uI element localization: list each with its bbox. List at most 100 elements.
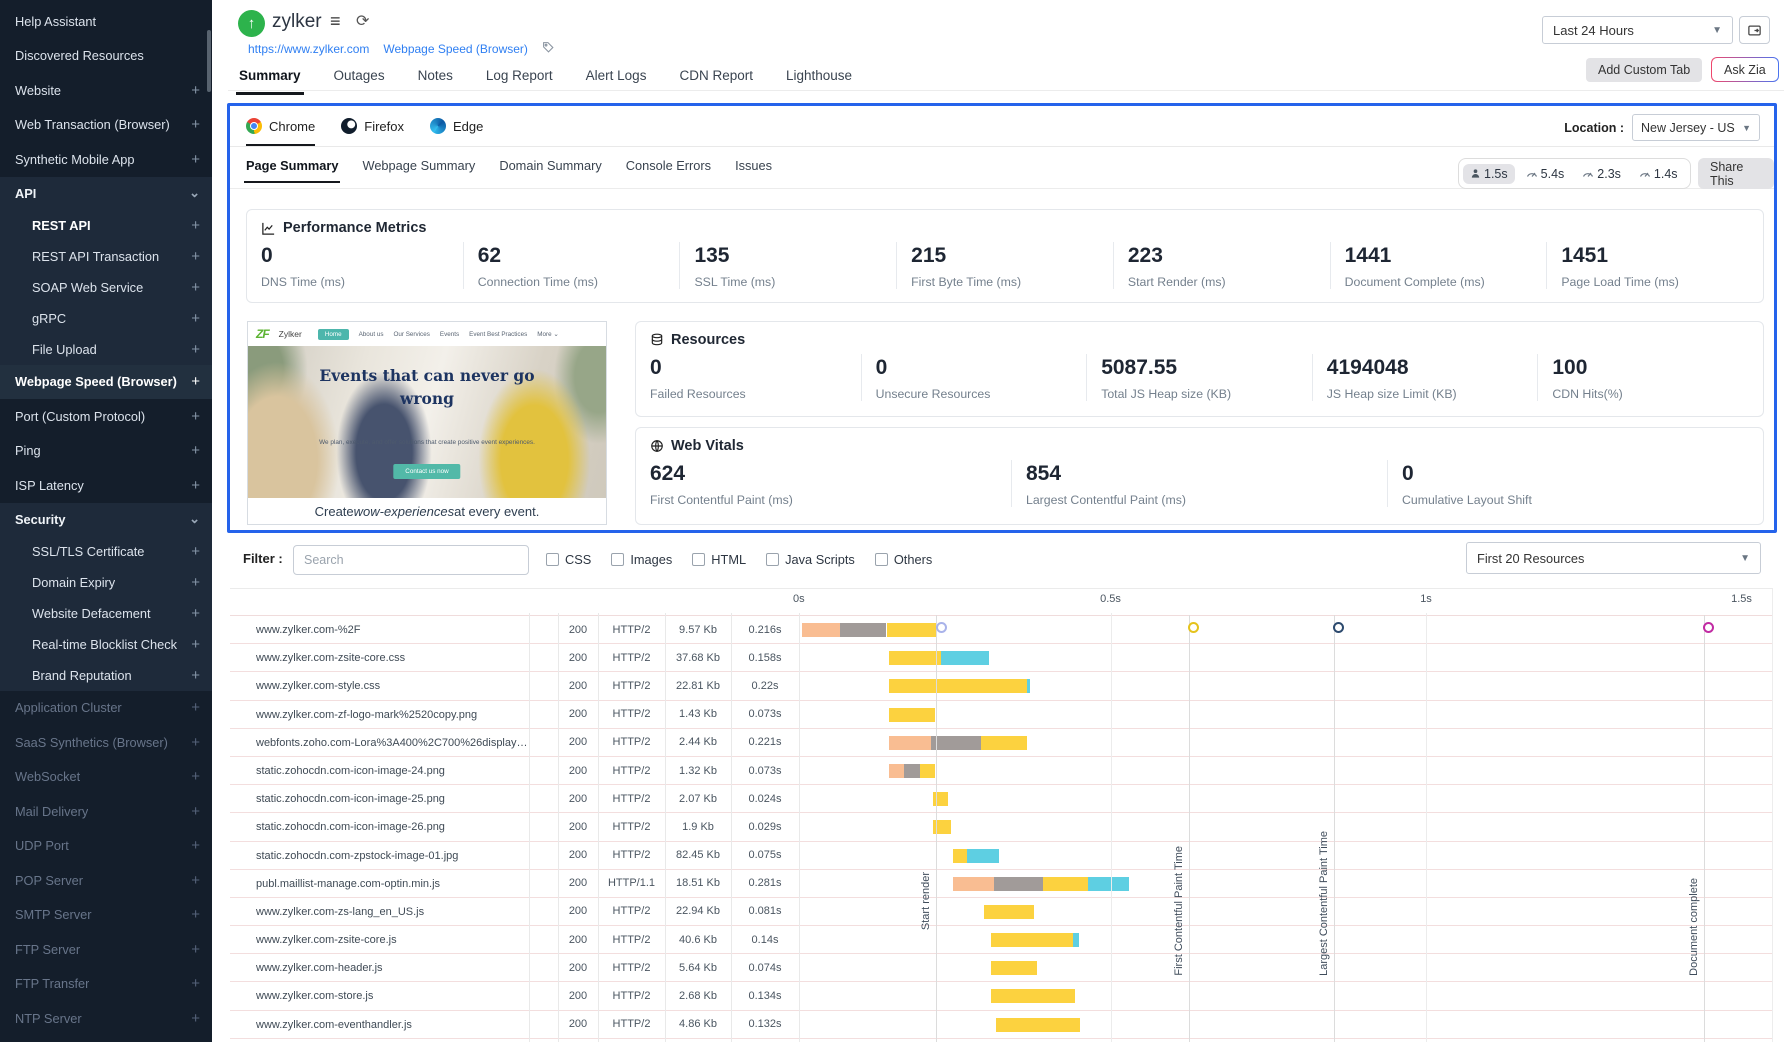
subtab-console-errors[interactable]: Console Errors [626, 158, 711, 183]
sidebar-item-saas-synthetics-browser[interactable]: SaaS Synthetics (Browser)+ [0, 725, 212, 760]
sidebar-item-rest-api-transaction[interactable]: REST API Transaction+ [0, 241, 212, 272]
sidebar-item-file-upload[interactable]: File Upload+ [0, 334, 212, 365]
share-this-button[interactable]: Share This [1698, 158, 1774, 189]
plus-icon[interactable]: + [191, 872, 200, 889]
time-range-select[interactable]: Last 24 Hours ▼ [1542, 16, 1733, 44]
sidebar-item-help-assistant[interactable]: Help Assistant [0, 4, 212, 39]
subtab-page-summary[interactable]: Page Summary [246, 158, 338, 183]
sidebar-item-soap-web-service[interactable]: SOAP Web Service+ [0, 272, 212, 303]
resource-name[interactable]: www.zylker.com-style.css [256, 672, 528, 699]
plus-icon[interactable]: + [191, 975, 200, 992]
plus-icon[interactable]: + [191, 408, 200, 425]
speed-badge-2[interactable]: 2.3s [1575, 164, 1628, 184]
plus-icon[interactable]: + [191, 636, 200, 653]
resource-name[interactable]: webfonts.zoho.com-Lora%3A400%2C700%26dis… [256, 729, 528, 756]
resource-name[interactable]: static.zohocdn.com-zpstock-image-01.jpg [256, 842, 528, 869]
monitor-url-link[interactable]: https://www.zylker.com [248, 42, 369, 56]
resource-name[interactable]: www.zylker.com-zs-lang_en_US.js [256, 898, 528, 925]
speed-badge-user[interactable]: 1.5s [1463, 164, 1515, 184]
tag-icon[interactable] [542, 41, 555, 57]
plus-icon[interactable]: + [191, 768, 200, 785]
plus-icon[interactable]: + [191, 341, 200, 358]
plus-icon[interactable]: + [191, 605, 200, 622]
resource-name[interactable]: static.zohocdn.com-icon-image-24.png [256, 757, 528, 784]
subtab-webpage-summary[interactable]: Webpage Summary [362, 158, 475, 183]
sidebar-item-mail-delivery[interactable]: Mail Delivery+ [0, 794, 212, 829]
browser-tab-firefox[interactable]: Firefox [341, 118, 404, 146]
table-row[interactable]: static.zohocdn.com-zpstock-image-01.jpg2… [230, 842, 1772, 870]
hamburger-menu-icon[interactable]: ≡ [330, 11, 341, 32]
plus-icon[interactable]: + [191, 667, 200, 684]
speed-badge-1[interactable]: 5.4s [1519, 164, 1572, 184]
checkbox-css[interactable]: CSS [546, 552, 591, 567]
subtab-issues[interactable]: Issues [735, 158, 772, 183]
sidebar-item-domain-expiry[interactable]: Domain Expiry+ [0, 567, 212, 598]
add-custom-tab-button[interactable]: Add Custom Tab [1586, 58, 1702, 82]
plus-icon[interactable]: + [191, 699, 200, 716]
table-row[interactable]: www.zylker.com-store.js200HTTP/22.68 Kb0… [230, 982, 1772, 1010]
sidebar-item-ftp-transfer[interactable]: FTP Transfer+ [0, 967, 212, 1002]
sidebar-item-discovered-resources[interactable]: Discovered Resources [0, 39, 212, 74]
resource-name[interactable]: www.zylker.com-header.js [256, 954, 528, 981]
sidebar-item-smtp-server[interactable]: SMTP Server+ [0, 898, 212, 933]
table-row[interactable]: webfonts.zoho.com-Lora%3A400%2C700%26dis… [230, 729, 1772, 757]
plus-icon[interactable]: + [191, 574, 200, 591]
sidebar-item-api[interactable]: API⌄ [0, 177, 212, 210]
resource-count-select[interactable]: First 20 Resources ▼ [1466, 542, 1761, 574]
sidebar-item-ssl-tls-certificate[interactable]: SSL/TLS Certificate+ [0, 536, 212, 567]
sidebar-item-grpc[interactable]: gRPC+ [0, 303, 212, 334]
plus-icon[interactable]: + [191, 941, 200, 958]
plus-icon[interactable]: + [191, 837, 200, 854]
sidebar-item-brand-reputation[interactable]: Brand Reputation+ [0, 660, 212, 691]
table-row[interactable]: www.zylker.com-eventhandler.js200HTTP/24… [230, 1011, 1772, 1039]
plus-icon[interactable]: + [191, 543, 200, 560]
sidebar-item-ftp-server[interactable]: FTP Server+ [0, 932, 212, 967]
plus-icon[interactable]: + [191, 1010, 200, 1027]
plus-icon[interactable]: + [191, 477, 200, 494]
sidebar-item-security[interactable]: Security⌄ [0, 503, 212, 536]
sidebar-item-application-cluster[interactable]: Application Cluster+ [0, 691, 212, 726]
plus-icon[interactable]: + [191, 279, 200, 296]
sidebar-scrollbar[interactable] [207, 30, 211, 92]
table-row[interactable]: www.zylker.com-zf-logo-mark%2520copy.png… [230, 701, 1772, 729]
table-row[interactable]: www.zylker.com-zsite-core.css200HTTP/237… [230, 644, 1772, 672]
resource-name[interactable]: www.zylker.com-store.js [256, 982, 528, 1009]
plus-icon[interactable]: + [191, 310, 200, 327]
resource-name[interactable]: www.zylker.com-zf-logo-mark%2520copy.png [256, 701, 528, 728]
sidebar-item-ntp-server[interactable]: NTP Server+ [0, 1001, 212, 1036]
search-input[interactable] [293, 545, 529, 575]
sidebar-item-webpage-speed-browser[interactable]: Webpage Speed (Browser)+ [0, 365, 212, 400]
sidebar-item-rest-api[interactable]: REST API+ [0, 210, 212, 241]
plus-icon[interactable]: + [191, 442, 200, 459]
table-row[interactable]: publ.maillist-manage.com-optin.min.js200… [230, 870, 1772, 898]
subtab-domain-summary[interactable]: Domain Summary [499, 158, 601, 183]
sidebar-item-website[interactable]: Website+ [0, 73, 212, 108]
speed-badge-3[interactable]: 1.4s [1632, 164, 1685, 184]
page-screenshot-thumbnail[interactable]: ZF Zylker Home About us Our Services Eve… [247, 321, 607, 525]
sidebar-item-synthetic-mobile-app[interactable]: Synthetic Mobile App+ [0, 142, 212, 177]
sidebar-item-real-time-blocklist-check[interactable]: Real-time Blocklist Check+ [0, 629, 212, 660]
sidebar-item-ping[interactable]: Ping+ [0, 434, 212, 469]
plus-icon[interactable]: + [191, 217, 200, 234]
table-row[interactable]: www.zylker.com-style.css200HTTP/222.81 K… [230, 672, 1772, 700]
refresh-icon[interactable]: ⟳ [356, 11, 369, 31]
resource-name[interactable]: static.zohocdn.com-icon-image-25.png [256, 785, 528, 812]
table-row[interactable]: www.zylker.com-zsite-core.js200HTTP/240.… [230, 926, 1772, 954]
plus-icon[interactable]: + [191, 373, 200, 390]
table-row[interactable]: static.zohocdn.com-icon-image-25.png200H… [230, 785, 1772, 813]
resource-name[interactable]: www.zylker.com-zsite-core.js [256, 926, 528, 953]
browser-tab-chrome[interactable]: Chrome [246, 118, 315, 146]
table-row[interactable]: www.zylker.com-%2F200HTTP/29.57 Kb0.216s [230, 616, 1772, 644]
sidebar-item-isp-latency[interactable]: ISP Latency+ [0, 468, 212, 503]
sidebar-item-pop-server[interactable]: POP Server+ [0, 863, 212, 898]
location-select[interactable]: New Jersey - US ▼ [1632, 114, 1760, 141]
plus-icon[interactable]: + [191, 248, 200, 265]
plus-icon[interactable]: + [191, 906, 200, 923]
sidebar-item-port-custom-protocol[interactable]: Port (Custom Protocol)+ [0, 399, 212, 434]
resource-name[interactable]: www.zylker.com-eventhandler.js [256, 1011, 528, 1038]
table-row[interactable]: www.zylker.com-zs-lang_en_US.js200HTTP/2… [230, 898, 1772, 926]
plus-icon[interactable]: + [191, 82, 200, 99]
browser-tab-edge[interactable]: Edge [430, 118, 483, 146]
resource-name[interactable]: static.zohocdn.com-icon-image-26.png [256, 813, 528, 840]
table-row[interactable]: www.zylker.com-header.js200HTTP/25.64 Kb… [230, 954, 1772, 982]
